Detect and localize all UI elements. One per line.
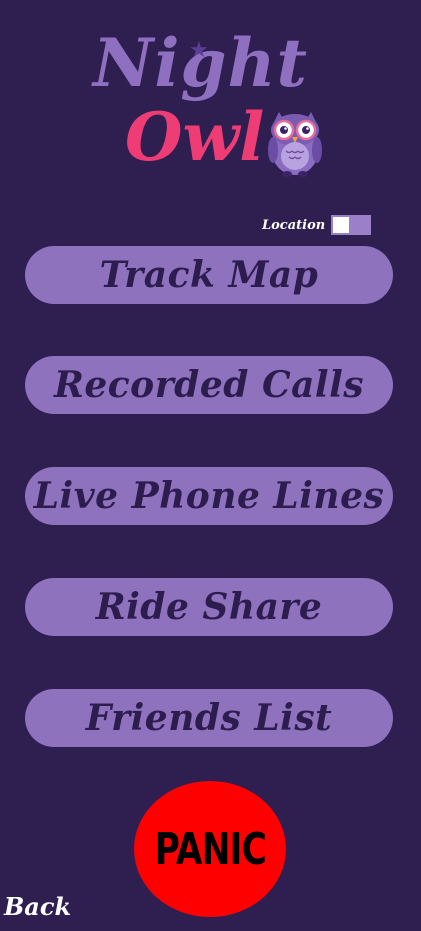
panic-button[interactable]: PANIC bbox=[134, 781, 286, 917]
location-toggle-row: Location bbox=[262, 214, 372, 236]
star-icon: ★ bbox=[189, 38, 209, 63]
location-label: Location bbox=[262, 217, 326, 233]
owl-icon bbox=[268, 112, 322, 177]
recorded-calls-button[interactable]: Recorded Calls bbox=[25, 356, 393, 414]
logo-owl-text: Owl bbox=[125, 98, 265, 176]
back-button[interactable]: Back bbox=[4, 892, 71, 921]
location-toggle[interactable] bbox=[331, 215, 372, 235]
live-phone-lines-button[interactable]: Live Phone Lines bbox=[25, 467, 393, 525]
friends-list-button[interactable]: Friends List bbox=[25, 689, 393, 747]
panic-label: PANIC bbox=[154, 823, 266, 875]
ride-share-button[interactable]: Ride Share bbox=[25, 578, 393, 636]
track-map-button[interactable]: Track Map bbox=[25, 246, 393, 304]
app-logo: Night ★ Owl bbox=[85, 30, 335, 190]
toggle-knob bbox=[333, 217, 350, 233]
